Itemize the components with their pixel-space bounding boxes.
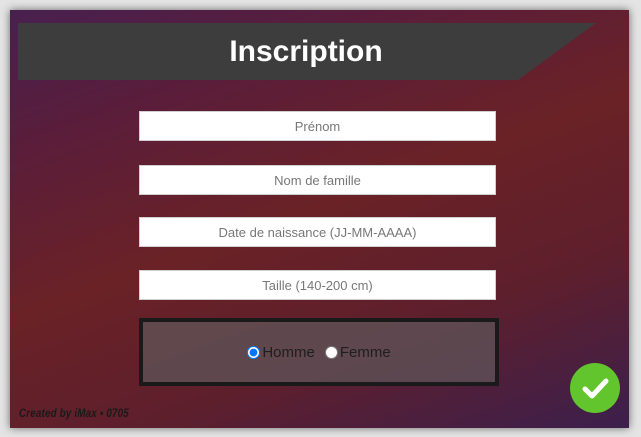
first-name-input[interactable] (139, 111, 496, 141)
height-input[interactable] (139, 270, 496, 300)
gender-radio-femme[interactable] (324, 345, 338, 359)
birth-date-input[interactable] (139, 217, 496, 247)
gender-option-femme[interactable]: Femme (324, 343, 391, 361)
gender-selector: Homme Femme (139, 318, 499, 386)
gender-label-femme: Femme (339, 343, 391, 361)
gender-radio-homme[interactable] (247, 345, 261, 359)
gender-label-homme: Homme (262, 343, 315, 361)
creator-credit: Created by iMax • 0705 (19, 406, 129, 420)
registration-window: Inscription Homme Femme Created by iMax … (10, 10, 629, 428)
last-name-input[interactable] (139, 165, 496, 195)
submit-button[interactable] (570, 363, 620, 413)
checkmark-icon (582, 378, 609, 399)
page-title: Inscription (229, 35, 383, 68)
gender-option-homme[interactable]: Homme (247, 344, 315, 361)
